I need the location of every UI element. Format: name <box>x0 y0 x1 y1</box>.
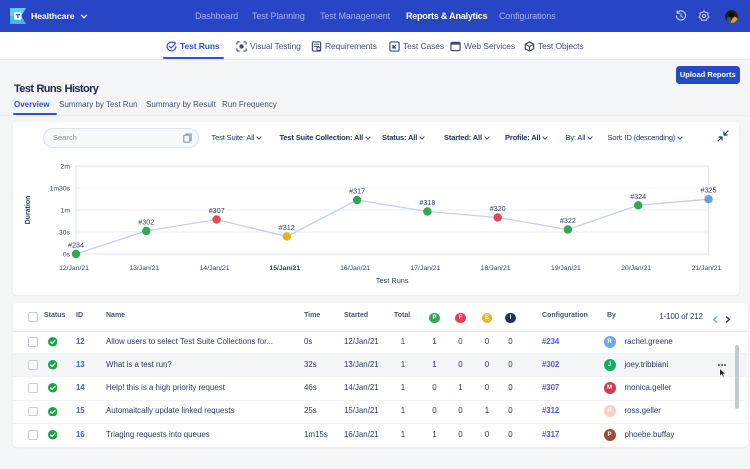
svg-text:#317: #317 <box>349 187 365 196</box>
svg-text:15/Jan/21: 15/Jan/21 <box>269 265 300 272</box>
svg-text:Test Runs: Test Runs <box>376 276 409 285</box>
svg-text:#302: #302 <box>138 218 154 227</box>
svg-text:17/Jan/21: 17/Jan/21 <box>410 265 440 272</box>
svg-text:#322: #322 <box>560 216 576 225</box>
svg-text:Duration: Duration <box>25 196 32 225</box>
svg-text:2m: 2m <box>61 163 71 170</box>
svg-text:#320: #320 <box>490 204 506 213</box>
svg-text:#234: #234 <box>68 241 84 250</box>
svg-text:0s: 0s <box>63 251 71 258</box>
svg-text:13/Jan/21: 13/Jan/21 <box>129 265 159 272</box>
svg-text:14/Jan/21: 14/Jan/21 <box>200 265 230 272</box>
svg-text:18/Jan/21: 18/Jan/21 <box>481 265 511 272</box>
svg-text:#325: #325 <box>701 186 717 195</box>
svg-text:#324: #324 <box>630 192 646 201</box>
svg-text:1m30s: 1m30s <box>50 185 71 192</box>
svg-text:1m: 1m <box>61 207 71 214</box>
svg-text:21/Jan/21: 21/Jan/21 <box>692 265 722 272</box>
svg-text:30s: 30s <box>59 229 71 236</box>
svg-text:#318: #318 <box>419 198 435 207</box>
svg-text:20/Jan/21: 20/Jan/21 <box>621 265 651 272</box>
svg-text:#307: #307 <box>209 206 225 215</box>
svg-text:16/Jan/21: 16/Jan/21 <box>340 265 370 272</box>
svg-text:19/Jan/21: 19/Jan/21 <box>551 265 581 272</box>
svg-text:#312: #312 <box>279 223 295 232</box>
svg-text:12/Jan/21: 12/Jan/21 <box>59 265 89 272</box>
